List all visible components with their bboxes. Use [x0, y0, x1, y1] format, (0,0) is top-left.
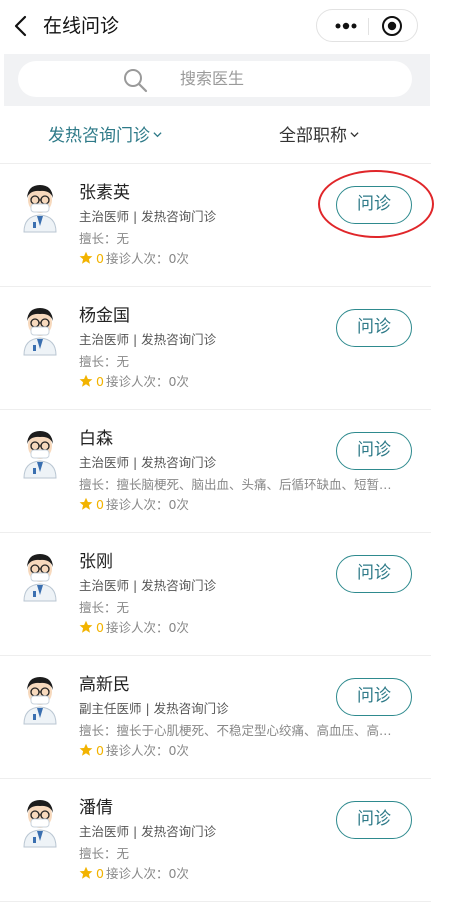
doctor-avatar: [23, 554, 57, 602]
doctor-row[interactable]: 白森 主治医师 | 发热咨询门诊 擅长：擅长脑梗死、脑出血、头痛、后循环缺血、短…: [0, 410, 431, 533]
doctor-specialty: 擅长：无: [79, 354, 130, 369]
doctor-row[interactable]: 张素英 主治医师 | 发热咨询门诊 擅长：无 0 接诊人次：0次 问诊: [0, 164, 431, 287]
doctor-name: 张刚: [79, 552, 113, 572]
doctor-rating: 0: [96, 497, 104, 512]
doctor-stats: 0 接诊人次：0次: [79, 373, 189, 390]
doctor-stats: 0 接诊人次：0次: [79, 742, 189, 759]
chevron-down-icon: [153, 132, 162, 138]
doctor-specialty: 擅长：擅长脑梗死、脑出血、头痛、后循环缺血、短暂…: [79, 477, 392, 492]
doctor-specialty: 擅长：无: [79, 231, 130, 246]
doctor-title-department: 副主任医师 | 发热咨询门诊: [79, 701, 229, 716]
star-icon: [79, 251, 93, 264]
doctor-row[interactable]: 高新民 副主任医师 | 发热咨询门诊 擅长：擅长于心肌梗死、不稳定型心绞痛、高血…: [0, 656, 431, 779]
consult-button[interactable]: 问诊: [336, 678, 412, 716]
doctor-name: 张素英: [79, 183, 130, 203]
doctor-avatar: [23, 308, 57, 356]
chevron-down-icon: [350, 132, 359, 138]
doctor-title-department: 主治医师 | 发热咨询门诊: [79, 455, 217, 470]
consult-button[interactable]: 问诊: [336, 555, 412, 593]
doctor-name: 潘倩: [79, 798, 113, 818]
app-page: 在线问诊 搜索医生 发热咨询门诊 全部职称 张素英 主治医师 | 发热咨询门诊 …: [0, 0, 434, 902]
department-filter[interactable]: 发热咨询门诊: [48, 125, 162, 147]
consult-button[interactable]: 问诊: [336, 432, 412, 470]
consult-button[interactable]: 问诊: [336, 309, 412, 347]
search-placeholder: 搜索医生: [180, 69, 245, 88]
doctor-consult-count: 接诊人次：0次: [105, 497, 189, 512]
search-input[interactable]: 搜索医生: [18, 61, 412, 97]
doctor-avatar: [23, 431, 57, 479]
search-bar: 搜索医生: [4, 54, 430, 106]
star-icon: [79, 620, 93, 633]
doctor-name: 杨金国: [79, 306, 130, 326]
search-icon: [124, 69, 148, 93]
mini-program-capsule: [316, 9, 418, 42]
consult-button[interactable]: 问诊: [336, 801, 412, 839]
doctor-consult-count: 接诊人次：0次: [105, 866, 189, 881]
doctor-stats: 0 接诊人次：0次: [79, 250, 189, 267]
capsule-divider: [368, 18, 369, 35]
doctor-avatar: [23, 185, 57, 233]
doctor-rating: 0: [96, 866, 104, 881]
doctor-specialty: 擅长：无: [79, 600, 130, 615]
doctor-row[interactable]: 杨金国 主治医师 | 发热咨询门诊 擅长：无 0 接诊人次：0次 问诊: [0, 287, 431, 410]
chevron-left-icon[interactable]: [12, 14, 32, 38]
title-filter-label: 全部职称: [279, 126, 347, 146]
filter-bar: 发热咨询门诊 全部职称: [0, 106, 431, 164]
doctor-specialty: 擅长：无: [79, 846, 130, 861]
doctor-stats: 0 接诊人次：0次: [79, 496, 189, 513]
star-icon: [79, 374, 93, 387]
doctor-consult-count: 接诊人次：0次: [105, 620, 189, 635]
more-dots-icon[interactable]: [331, 18, 361, 34]
doctor-stats: 0 接诊人次：0次: [79, 619, 189, 636]
doctor-avatar: [23, 677, 57, 725]
doctor-rating: 0: [96, 251, 104, 266]
doctor-name: 高新民: [79, 675, 130, 695]
doctor-title-department: 主治医师 | 发热咨询门诊: [79, 824, 217, 839]
doctor-rating: 0: [96, 620, 104, 635]
doctor-consult-count: 接诊人次：0次: [105, 251, 189, 266]
doctor-specialty: 擅长：擅长于心肌梗死、不稳定型心绞痛、高血压、高…: [79, 723, 392, 738]
doctor-row[interactable]: 潘倩 主治医师 | 发热咨询门诊 擅长：无 0 接诊人次：0次 问诊: [0, 779, 431, 902]
doctor-rating: 0: [96, 743, 104, 758]
doctor-rating: 0: [96, 374, 104, 389]
doctor-title-department: 主治医师 | 发热咨询门诊: [79, 332, 217, 347]
star-icon: [79, 743, 93, 756]
consult-button[interactable]: 问诊: [336, 186, 412, 224]
department-filter-label: 发热咨询门诊: [48, 126, 150, 146]
doctor-title-department: 主治医师 | 发热咨询门诊: [79, 209, 217, 224]
title-filter[interactable]: 全部职称: [279, 125, 359, 147]
star-icon: [79, 497, 93, 510]
doctor-consult-count: 接诊人次：0次: [105, 743, 189, 758]
doctor-avatar: [23, 800, 57, 848]
star-icon: [79, 866, 93, 879]
doctor-name: 白森: [79, 429, 113, 449]
nav-bar: 在线问诊: [0, 0, 431, 54]
page-title: 在线问诊: [43, 15, 120, 37]
doctor-title-department: 主治医师 | 发热咨询门诊: [79, 578, 217, 593]
doctor-row[interactable]: 张刚 主治医师 | 发热咨询门诊 擅长：无 0 接诊人次：0次 问诊: [0, 533, 431, 656]
target-icon[interactable]: [381, 15, 403, 37]
doctor-consult-count: 接诊人次：0次: [105, 374, 189, 389]
